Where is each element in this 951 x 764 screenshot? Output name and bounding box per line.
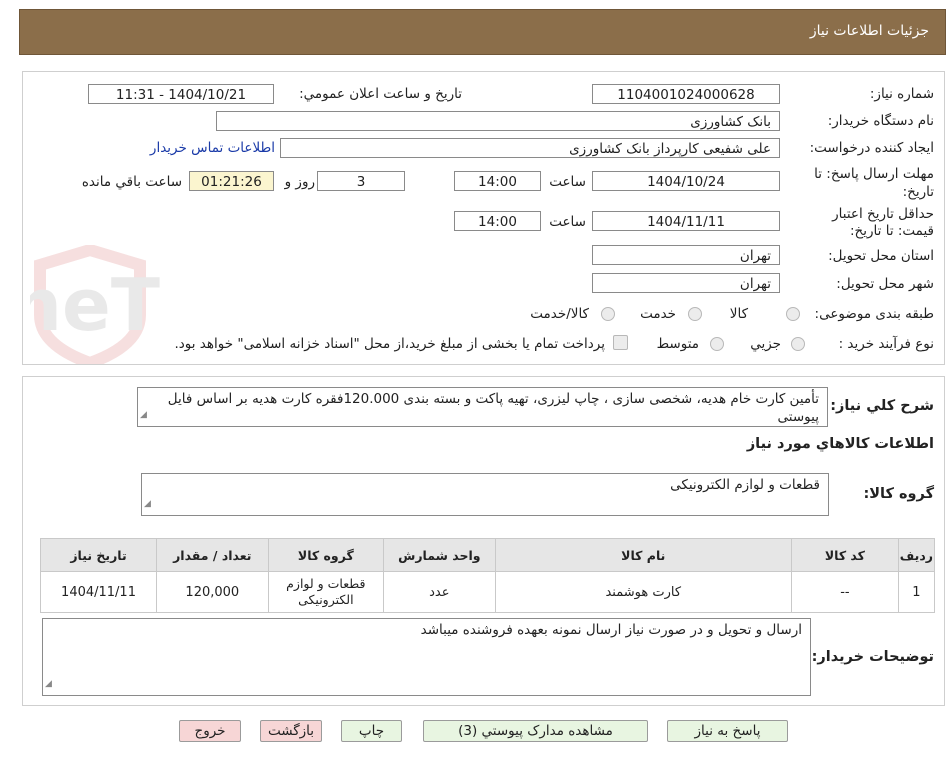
creator-field: علی شفیعی کارپرداز بانک کشاورزی: [280, 138, 780, 158]
exit-button[interactable]: خروج: [179, 720, 241, 742]
category-radio-goods-service[interactable]: [601, 307, 615, 321]
announce-label: تاریخ و ساعت اعلان عمومي:: [299, 86, 462, 102]
resize-grip-icon: ◢: [45, 679, 52, 689]
category-option-goods: کالا: [729, 306, 748, 322]
process-radio-minor[interactable]: [791, 337, 805, 351]
buyer-notes-label: توضيحات خريدار:: [811, 649, 934, 665]
summary-label: شرح كلي نياز:: [830, 398, 934, 414]
cell-need-date: 1404/11/11: [39, 571, 158, 613]
back-button[interactable]: بازگشت: [260, 720, 322, 742]
time-remaining-field: 01:21:26: [189, 171, 274, 191]
category-radio-service[interactable]: [688, 307, 702, 321]
page-header: جزئیات اطلاعات نیاز: [19, 9, 946, 55]
cell-quantity: 120,000: [156, 571, 269, 613]
col-header-quantity: تعداد / مقدار: [156, 538, 269, 572]
col-header-row: رديف: [897, 538, 936, 572]
col-header-group: گروه کالا: [267, 538, 385, 572]
goods-group-text: قطعات و لوازم الکترونیکی: [670, 477, 820, 493]
cell-unit: عدد: [383, 571, 496, 613]
process-option-minor: جزيي: [750, 336, 781, 352]
city-label: شهر محل تحويل:: [836, 276, 934, 292]
deadline-time-field: 14:00: [454, 171, 541, 191]
goods-group-textarea[interactable]: قطعات و لوازم الکترونیکی ◢: [141, 473, 829, 516]
resize-grip-icon: ◢: [144, 499, 151, 509]
items-table: رديف کد کالا نام کالا واحد شمارش گروه کا…: [39, 538, 936, 613]
treasury-bonds-checkbox[interactable]: [613, 335, 628, 350]
process-label: نوع فرآيند خريد :: [838, 336, 934, 352]
need-number-label: شماره نیاز:: [869, 86, 934, 102]
print-button[interactable]: چاپ: [341, 720, 402, 742]
deadline-label-2: تاريخ:: [902, 184, 934, 200]
reply-button[interactable]: پاسخ به نياز: [667, 720, 788, 742]
validity-time-label: ساعت: [549, 214, 586, 230]
cell-row: 1: [897, 571, 936, 613]
validity-time-field: 14:00: [454, 211, 541, 231]
cell-code: --: [790, 571, 899, 613]
buyer-contact-link[interactable]: اطلاعات تماس خریدار: [150, 140, 275, 156]
category-option-service: خدمت: [640, 306, 676, 322]
time-remaining-label: ساعت باقي مانده: [81, 174, 182, 190]
buyer-org-label: نام دستگاه خريدار:: [827, 113, 934, 129]
col-header-need-date: تاريخ نياز: [39, 538, 158, 572]
buyer-org-field: بانک کشاورزی: [216, 111, 780, 131]
items-heading: اطلاعات كالاهاي مورد نياز: [746, 436, 934, 452]
table-row: 1 -- کارت هوشمند عدد قطعات و لوازم الکتر…: [39, 571, 936, 613]
cell-name: کارت هوشمند: [494, 571, 792, 613]
buyer-notes-text: ارسال و تحویل و در صورت نیاز ارسال نمونه…: [420, 622, 802, 638]
payment-note: پرداخت تمام يا بخشی از مبلغ خريد،از محل …: [174, 336, 605, 352]
col-header-unit: واحد شمارش: [383, 538, 496, 572]
category-radio-goods[interactable]: [786, 307, 800, 321]
deadline-label-1: مهلت ارسال پاسخ: تا: [814, 166, 934, 182]
category-option-goods-service: کالا/خدمت: [530, 306, 589, 322]
announce-datetime-field: 1404/10/21 - 11:31: [88, 84, 274, 104]
view-attachments-button[interactable]: مشاهده مدارک پيوستي (3): [423, 720, 648, 742]
summary-textarea[interactable]: تأمین کارت خام هدیه، شخصی سازی ، چاپ لیز…: [137, 387, 828, 427]
province-label: استان محل تحويل:: [828, 248, 934, 264]
deadline-date-field: 1404/10/24: [592, 171, 780, 191]
category-label: طبقه بندی موضوعی:: [814, 306, 934, 322]
validity-date-field: 1404/11/11: [592, 211, 780, 231]
days-remaining-field: 3: [317, 171, 405, 191]
days-label: روز و: [284, 174, 315, 190]
need-number-field: 1104001024000628: [592, 84, 780, 104]
validity-label-1: حداقل تاريخ اعتبار: [832, 206, 934, 222]
deadline-time-label: ساعت: [549, 174, 586, 190]
buyer-notes-textarea[interactable]: ارسال و تحویل و در صورت نیاز ارسال نمونه…: [42, 618, 811, 696]
process-option-medium: متوسط: [656, 336, 699, 352]
validity-label-2: قيمت: تا تاريخ:: [850, 223, 934, 239]
table-header-row: رديف کد کالا نام کالا واحد شمارش گروه کا…: [39, 538, 936, 572]
goods-group-label: گروه کالا:: [863, 486, 934, 502]
creator-label: ايجاد کننده درخواست:: [809, 140, 934, 156]
process-radio-medium[interactable]: [710, 337, 724, 351]
city-field: تهران: [592, 273, 780, 293]
province-field: تهران: [592, 245, 780, 265]
resize-grip-icon: ◢: [140, 410, 147, 420]
summary-text: تأمین کارت خام هدیه، شخصی سازی ، چاپ لیز…: [167, 391, 819, 425]
col-header-name: نام کالا: [494, 538, 792, 572]
page-title: جزئیات اطلاعات نیاز: [809, 23, 929, 39]
col-header-code: کد کالا: [790, 538, 899, 572]
cell-group: قطعات و لوازم الکترونیکی: [267, 571, 385, 613]
